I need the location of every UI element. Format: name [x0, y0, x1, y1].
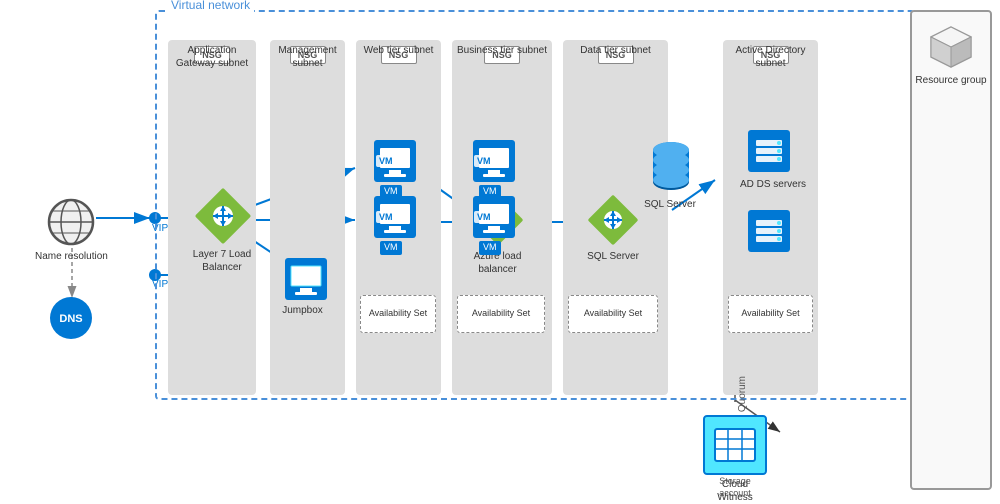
data-availability-set: Availability Set [568, 295, 658, 333]
biz-avail-set-label: Availability Set [472, 308, 530, 320]
cloud-witness-container: Cloud Witness Storage account [703, 415, 767, 475]
adds-label: AD DS servers [737, 178, 809, 191]
biz-vm1-text: VM [474, 155, 494, 167]
web-vm2-text: VM [376, 211, 396, 223]
dns-icon: DNS [48, 295, 94, 344]
subnet-ad-label: Active Directory subnet [723, 44, 818, 70]
layer7-lb-label: Layer 7 Load Balancer [182, 248, 262, 274]
resource-group-label: Resource group [912, 74, 990, 87]
cloud-witness-icon [703, 415, 767, 475]
ad-availability-set: Availability Set [728, 295, 813, 333]
azure-lb2-icon [588, 195, 638, 248]
quorum-label: Quorum [736, 376, 749, 412]
subnet-web-tier-label: Web tier subnet [364, 44, 434, 57]
web-vm2-label: VM [380, 241, 402, 255]
virtual-network-label: Virtual network [167, 0, 254, 12]
adds-vm1-icon [748, 130, 790, 175]
name-resolution-label: Name resolution [35, 250, 108, 263]
web-vm1-text: VM [376, 155, 396, 167]
web-avail-set-label: Availability Set [369, 308, 427, 320]
subnet-data-label: Data tier subnet [580, 44, 651, 57]
storage-account-label: Storage account [703, 476, 767, 499]
subnet-management: Management subnet NSG [270, 40, 345, 395]
data-avail-set-label: Availability Set [584, 308, 642, 320]
resource-group: Resource group [910, 10, 992, 490]
resource-group-icon [926, 22, 976, 75]
adds-vm2-icon [748, 210, 790, 255]
layer7-lb-icon [195, 188, 251, 247]
sql-server-label: SQL Server [640, 198, 700, 211]
biz-vm2-label: VM [479, 241, 501, 255]
subnet-app-gateway-label: Application Gateway subnet [168, 44, 256, 70]
jumpbox-label: Jumpbox [275, 304, 330, 317]
architecture-diagram: Name resolution VIP VIP DNS Virtual netw… [0, 0, 1000, 500]
biz-availability-set: Availability Set [457, 295, 545, 333]
biz-vm2-text: VM [474, 211, 494, 223]
subnet-management-label: Management subnet [270, 44, 345, 70]
sql-server-icon [650, 140, 692, 195]
jumpbox-vm-icon [285, 258, 327, 303]
globe-icon [45, 196, 97, 251]
ad-avail-set-label: Availability Set [741, 308, 799, 320]
subnet-business-label: Business tier subnet [457, 44, 547, 57]
svg-text:DNS: DNS [59, 313, 82, 325]
azure-lb2-label: SQL Server [573, 250, 653, 263]
web-availability-set: Availability Set [360, 295, 436, 333]
